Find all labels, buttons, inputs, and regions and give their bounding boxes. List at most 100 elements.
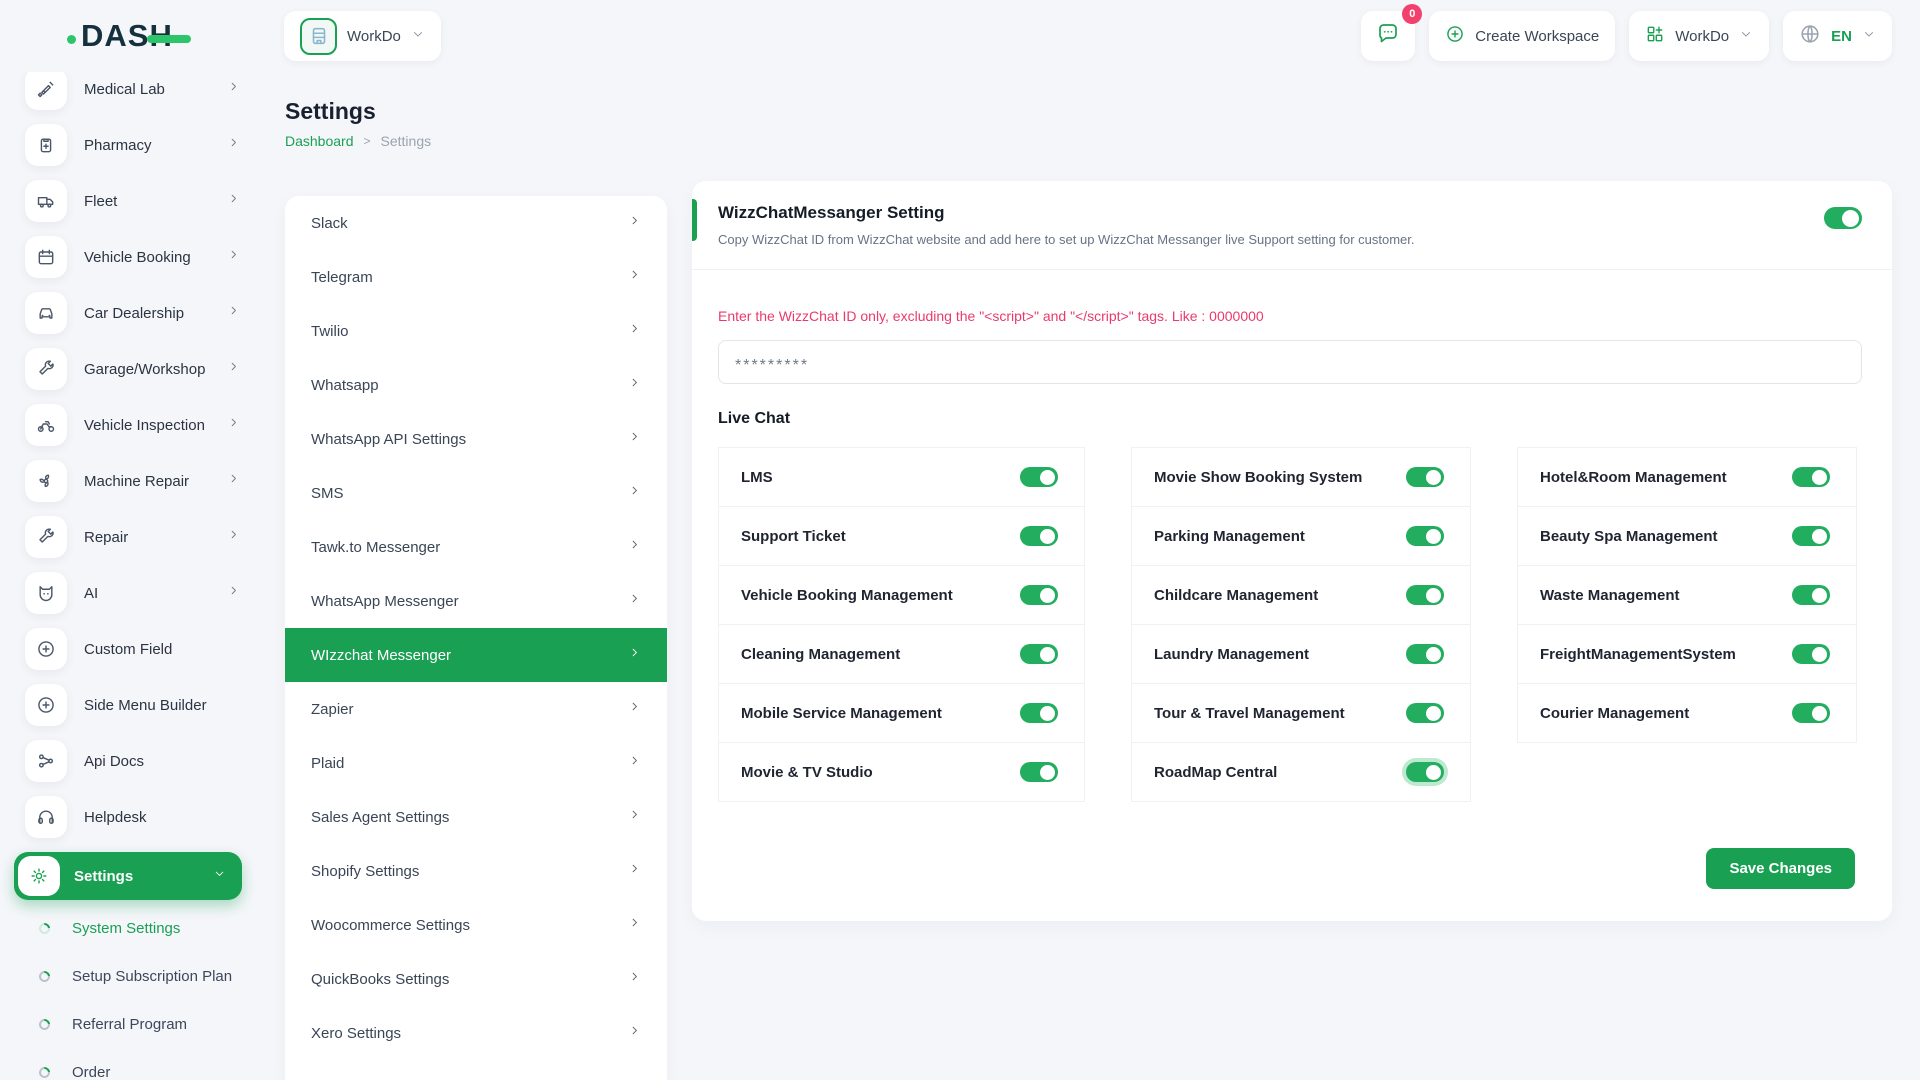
sidebar-subitem-referral-program[interactable]: Referral Program — [25, 1009, 262, 1039]
sidebar-item-pharmacy[interactable]: Pharmacy — [25, 124, 262, 166]
sidebar-item-machine-repair[interactable]: Machine Repair — [25, 460, 262, 502]
breadcrumb-dashboard-link[interactable]: Dashboard — [285, 133, 354, 149]
sidebar-item-label: Side Menu Builder — [84, 697, 262, 714]
settings-menu-item-woocommerce-settings[interactable]: Woocommerce Settings — [285, 898, 667, 952]
settings-menu-item-twilio[interactable]: Twilio — [285, 304, 667, 358]
messages-button[interactable]: 0 — [1361, 11, 1415, 61]
settings-menu-item-wizzchat-messenger[interactable]: WIzzchat Messenger — [285, 628, 667, 682]
sidebar-item-label: Custom Field — [84, 641, 262, 658]
freightmanagementsystem-toggle[interactable] — [1792, 644, 1830, 664]
sidebar-item-ai[interactable]: AI — [25, 572, 262, 614]
lms-toggle[interactable] — [1020, 467, 1058, 487]
sidebar-item-side-menu-builder[interactable]: Side Menu Builder — [25, 684, 262, 726]
wizzchat-id-input[interactable] — [718, 340, 1862, 384]
sidebar-item-label: Fleet — [84, 193, 227, 210]
settings-menu-item-shopify-settings[interactable]: Shopify Settings — [285, 844, 667, 898]
courier-management-toggle[interactable] — [1792, 703, 1830, 723]
page-title: Settings — [285, 98, 431, 125]
sidebar-item-garage-workshop[interactable]: Garage/Workshop — [25, 348, 262, 390]
movie-show-booking-system-toggle[interactable] — [1406, 467, 1444, 487]
module-label: Movie Show Booking System — [1154, 469, 1362, 486]
modules-column-1: LMSSupport TicketVehicle Booking Managem… — [718, 448, 1085, 802]
sidebar-item-settings[interactable]: Settings — [14, 852, 242, 900]
chevron-right-icon — [227, 584, 240, 602]
settings-menu-item-whatsapp[interactable]: Whatsapp — [285, 358, 667, 412]
workspace-menu[interactable]: WorkDo — [1629, 11, 1769, 61]
panel-divider — [692, 269, 1892, 270]
settings-menu-item-sales-agent-settings[interactable]: Sales Agent Settings — [285, 790, 667, 844]
mobile-service-management-toggle[interactable] — [1020, 703, 1058, 723]
chevron-right-icon — [628, 322, 641, 340]
parking-management-toggle[interactable] — [1406, 526, 1444, 546]
childcare-management-toggle[interactable] — [1406, 585, 1444, 605]
chevron-right-icon — [628, 1024, 641, 1042]
settings-menu-item-whatsapp-api-settings[interactable]: WhatsApp API Settings — [285, 412, 667, 466]
modules-column-2: Movie Show Booking SystemParking Managem… — [1131, 448, 1471, 802]
save-button[interactable]: Save Changes — [1706, 848, 1855, 889]
language-selector[interactable]: EN — [1783, 11, 1892, 61]
workspace-switcher-label: WorkDo — [347, 28, 401, 45]
chat-bubble-icon — [1376, 22, 1400, 51]
sidebar-subitem-system-settings[interactable]: System Settings — [25, 913, 262, 943]
sidebar-subitem-setup-subscription-plan[interactable]: Setup Subscription Plan — [25, 961, 262, 991]
sidebar-item-vehicle-booking[interactable]: Vehicle Booking — [25, 236, 262, 278]
sidebar-item-helpdesk[interactable]: Helpdesk — [25, 796, 262, 838]
chevron-right-icon — [628, 916, 641, 934]
hotel-room-management-toggle[interactable] — [1792, 467, 1830, 487]
module-row-hotel-room-management: Hotel&Room Management — [1517, 447, 1857, 507]
module-label: Laundry Management — [1154, 646, 1309, 663]
beauty-spa-management-toggle[interactable] — [1792, 526, 1830, 546]
movie-tv-studio-toggle[interactable] — [1020, 762, 1058, 782]
car-icon — [25, 292, 67, 334]
module-label: Cleaning Management — [741, 646, 900, 663]
sidebar-item-fleet[interactable]: Fleet — [25, 180, 262, 222]
sidebar-item-label: Medical Lab — [84, 81, 227, 98]
settings-menu-item-quickbooks-settings[interactable]: QuickBooks Settings — [285, 952, 667, 1006]
sidebar-item-vehicle-inspection[interactable]: Vehicle Inspection — [25, 404, 262, 446]
sidebar-item-label: Api Docs — [84, 753, 262, 770]
module-row-mobile-service-management: Mobile Service Management — [718, 683, 1085, 743]
settings-menu-item-sms[interactable]: SMS — [285, 466, 667, 520]
bullet-ring-icon — [37, 1064, 52, 1079]
sidebar-item-custom-field[interactable]: Custom Field — [25, 628, 262, 670]
sidebar: Medical Lab Pharmacy Fleet Vehicle Booking C… — [0, 72, 262, 1080]
settings-menu-item-telegram[interactable]: Telegram — [285, 250, 667, 304]
sidebar-item-label: Pharmacy — [84, 137, 227, 154]
chevron-right-icon — [628, 700, 641, 718]
language-label: EN — [1831, 28, 1852, 45]
sidebar-subitem-order[interactable]: Order — [25, 1057, 262, 1080]
support-ticket-toggle[interactable] — [1020, 526, 1058, 546]
wizzchat-id-note: Enter the WizzChat ID only, excluding th… — [718, 308, 1866, 324]
sidebar-item-medical-lab[interactable]: Medical Lab — [25, 72, 262, 110]
settings-menu-item-label: Shopify Settings — [311, 863, 419, 880]
settings-menu-item-whatsapp-messenger[interactable]: WhatsApp Messenger — [285, 574, 667, 628]
workspace-switcher[interactable]: WorkDo — [284, 11, 441, 61]
settings-menu-item-xero-settings[interactable]: Xero Settings — [285, 1006, 667, 1060]
panel-header: WizzChatMessanger Setting Copy WizzChat … — [692, 181, 1892, 247]
settings-menu-item-tawk-to-messenger[interactable]: Tawk.to Messenger — [285, 520, 667, 574]
waste-management-toggle[interactable] — [1792, 585, 1830, 605]
sidebar-item-repair[interactable]: Repair — [25, 516, 262, 558]
chevron-right-icon — [227, 136, 240, 154]
tour-travel-management-toggle[interactable] — [1406, 703, 1444, 723]
sidebar-item-car-dealership[interactable]: Car Dealership — [25, 292, 262, 334]
chevron-right-icon — [227, 248, 240, 266]
chevron-right-icon — [628, 862, 641, 880]
roadmap-central-toggle[interactable] — [1406, 762, 1444, 782]
vehicle-booking-management-toggle[interactable] — [1020, 585, 1058, 605]
headphones-icon — [25, 796, 67, 838]
chevron-right-icon — [227, 528, 240, 546]
sidebar-item-label: Settings — [74, 868, 213, 885]
clipboard-icon — [25, 124, 67, 166]
settings-menu-item-plaid[interactable]: Plaid — [285, 736, 667, 790]
module-row-support-ticket: Support Ticket — [718, 506, 1085, 566]
wizzchat-setting-toggle[interactable] — [1824, 207, 1862, 229]
cleaning-management-toggle[interactable] — [1020, 644, 1058, 664]
logo-dash-icon — [147, 35, 191, 43]
laundry-management-toggle[interactable] — [1406, 644, 1444, 664]
module-row-waste-management: Waste Management — [1517, 565, 1857, 625]
settings-menu-item-slack[interactable]: Slack — [285, 196, 667, 250]
sidebar-item-api-docs[interactable]: Api Docs — [25, 740, 262, 782]
settings-menu-item-zapier[interactable]: Zapier — [285, 682, 667, 736]
create-workspace-button[interactable]: Create Workspace — [1429, 11, 1615, 61]
